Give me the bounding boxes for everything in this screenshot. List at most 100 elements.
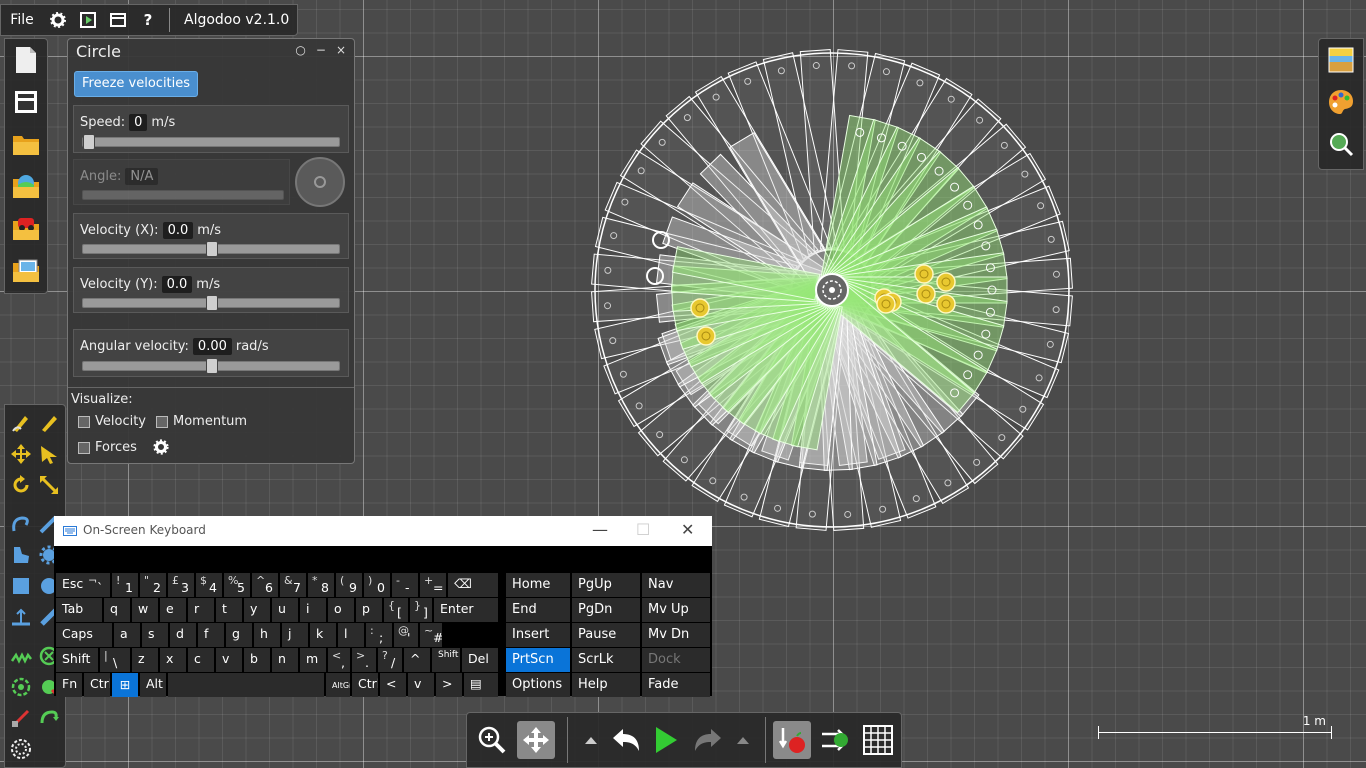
osk-key[interactable]: >. (352, 648, 376, 672)
osk-key[interactable]: Tab (56, 598, 102, 622)
osk-key[interactable]: j (282, 623, 308, 647)
zoom-fit-icon[interactable] (1319, 123, 1363, 165)
up-arrow-icon[interactable] (573, 721, 609, 759)
window-icon[interactable] (103, 5, 133, 35)
rope-tool-icon[interactable] (7, 508, 35, 539)
osk-key[interactable]: ^ 6 (252, 573, 278, 597)
gravity-icon[interactable] (773, 721, 811, 759)
osk-key[interactable]: {[ (384, 598, 408, 622)
move-icon[interactable] (517, 721, 555, 759)
osk-key[interactable]: Shift (432, 648, 460, 672)
osk-key[interactable]: y (244, 598, 270, 622)
tracer-tool-icon[interactable] (35, 702, 63, 733)
osk-key[interactable]: l (338, 623, 364, 647)
velocity-x-slider-thumb[interactable] (206, 241, 218, 257)
osk-key[interactable]: v (408, 673, 434, 697)
laser-tool-icon[interactable] (7, 702, 35, 733)
osk-key[interactable]: p (356, 598, 382, 622)
grid-icon[interactable] (859, 721, 897, 759)
osk-key[interactable]: & 7 (280, 573, 306, 597)
osk-key[interactable]: i (300, 598, 326, 622)
osk-key[interactable]: (9 (336, 573, 362, 597)
toolbar-toggle-icon[interactable] (5, 81, 47, 123)
osk-key[interactable]: x (160, 648, 186, 672)
appearance-icon[interactable] (1319, 81, 1363, 123)
angular-velocity-input[interactable]: 0.00 (192, 338, 232, 355)
osk-key[interactable]: | \ (100, 648, 130, 672)
osk-nav-key[interactable]: Nav (642, 573, 710, 597)
osk-key[interactable]: Ctrl (84, 673, 110, 697)
osk-nav-key[interactable]: Mv Up (642, 598, 710, 622)
osk-key[interactable]: f (198, 623, 224, 647)
plane-tool-icon[interactable] (7, 601, 35, 632)
osk-key[interactable]: " 2 (140, 573, 166, 597)
osk-key[interactable]: v (216, 648, 242, 672)
osk-key[interactable]: w (132, 598, 158, 622)
osk-key[interactable]: ^ (404, 648, 430, 672)
drag-tool-icon[interactable] (35, 438, 63, 469)
angular-velocity-slider-thumb[interactable] (206, 358, 218, 374)
osk-key[interactable]: g (226, 623, 252, 647)
sketch-tool-icon[interactable] (7, 407, 35, 438)
osk-key[interactable]: ⌫ (448, 573, 498, 597)
play-icon[interactable] (647, 721, 685, 759)
osk-nav-key[interactable]: Fade (642, 673, 710, 697)
angular-velocity-slider[interactable] (82, 358, 340, 374)
spiral-tool-icon[interactable] (7, 733, 35, 764)
osk-key[interactable]: ! 1 (112, 573, 138, 597)
polygon-tool-icon[interactable] (7, 539, 35, 570)
velocity-checkbox[interactable]: Velocity (78, 414, 146, 429)
play-scene-icon[interactable] (73, 5, 103, 35)
osk-key[interactable]: q (104, 598, 130, 622)
osk-nav-key[interactable]: Home (506, 573, 570, 597)
osk-key[interactable]: m (300, 648, 326, 672)
osk-key[interactable]: < (380, 673, 406, 697)
new-scene-icon[interactable] (5, 39, 47, 81)
osk-key[interactable]: $4 (196, 573, 222, 597)
osk-key[interactable]: b (244, 648, 270, 672)
osk-key[interactable]: Ctrl (352, 673, 378, 697)
osk-nav-key[interactable]: PgDn (572, 598, 640, 622)
pencil-tool-icon[interactable] (35, 407, 63, 438)
osk-nav-key[interactable]: PrtScn (506, 648, 570, 672)
osk-key[interactable]: Fn (56, 673, 82, 697)
momentum-checkbox[interactable]: Momentum (156, 414, 247, 429)
scale-tool-icon[interactable] (35, 469, 63, 500)
osk-nav-key[interactable]: Insert (506, 623, 570, 647)
osk-nav-key[interactable]: ScrLk (572, 648, 640, 672)
osk-key[interactable]: Alt (140, 673, 166, 697)
rotate-tool-icon[interactable] (7, 469, 35, 500)
freeze-velocities-button[interactable]: Freeze velocities (74, 71, 199, 97)
osk-key[interactable]: ⊞ (112, 673, 138, 697)
velocity-y-slider-thumb[interactable] (206, 295, 218, 311)
redo-icon[interactable] (689, 721, 727, 759)
open-scene-icon[interactable] (5, 165, 47, 207)
speed-input[interactable]: 0 (129, 114, 148, 131)
osk-key[interactable]: e (160, 598, 186, 622)
velocity-x-input[interactable]: 0.0 (162, 222, 194, 239)
down-arrow-icon[interactable] (725, 721, 761, 759)
osk-nav-key[interactable]: Mv Dn (642, 623, 710, 647)
osk-key[interactable]: c (188, 648, 214, 672)
osk-key[interactable]: ~# (420, 623, 442, 647)
osk-key[interactable]: <, (328, 648, 350, 672)
close-icon[interactable]: × (336, 43, 346, 57)
background-icon[interactable] (1319, 39, 1363, 81)
osk-key[interactable]: o (328, 598, 354, 622)
undo-icon[interactable] (607, 721, 645, 759)
osk-key[interactable]: u (272, 598, 298, 622)
minimize-icon[interactable]: — (592, 520, 608, 539)
osk-key[interactable]: r (188, 598, 214, 622)
osk-key[interactable]: Shift (56, 648, 98, 672)
osk-key[interactable]: -- (392, 573, 418, 597)
osk-key[interactable]: ¬ ` (84, 573, 110, 597)
axle-tool-icon[interactable] (7, 671, 35, 702)
osk-nav-key[interactable]: Pause (572, 623, 640, 647)
osk-key[interactable]: k (310, 623, 336, 647)
osk-key[interactable]: z (132, 648, 158, 672)
osk-key[interactable]: h (254, 623, 280, 647)
spring-tool-icon[interactable] (7, 640, 35, 671)
osk-key[interactable]: Enter (434, 598, 498, 622)
air-icon[interactable] (817, 721, 855, 759)
velocity-x-slider[interactable] (82, 241, 340, 257)
